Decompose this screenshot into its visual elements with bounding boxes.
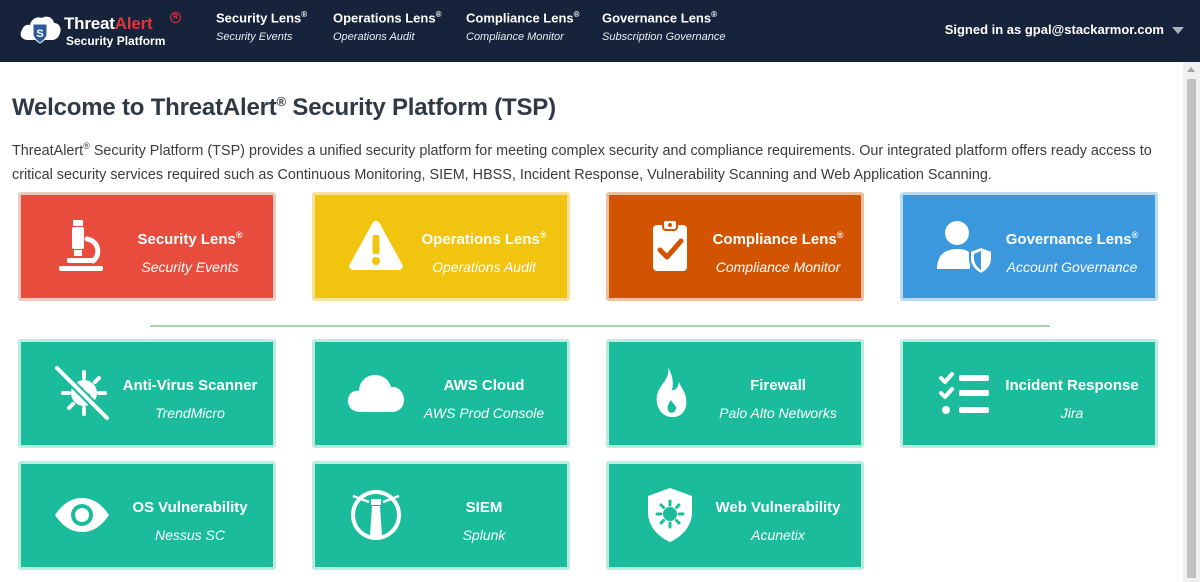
nav-governance-lens[interactable]: Governance Lens® Subscription Governance: [602, 10, 726, 43]
tile-text: Incident Response Jira: [995, 377, 1149, 421]
tile-title: Operations Lens®: [421, 230, 547, 248]
nav-title: Operations Lens®: [333, 10, 442, 26]
nav-subtitle: Compliance Monitor: [466, 31, 564, 44]
tile-title: AWS Cloud: [443, 377, 525, 394]
tile-text: Governance Lens® Account Governance: [995, 230, 1149, 275]
tile-title: Web Vulnerability: [715, 499, 841, 516]
checklist-icon: [939, 372, 989, 414]
tile-web-vulnerability[interactable]: Web Vulnerability Acunetix: [606, 461, 864, 570]
tile-security-lens[interactable]: Security Lens® Security Events: [18, 192, 276, 301]
tile-title: Compliance Lens®: [712, 230, 844, 248]
scrollbar-thumb[interactable]: [1187, 79, 1196, 578]
nav-subtitle: Subscription Governance: [602, 31, 726, 44]
fire-icon: [656, 368, 687, 418]
tile-siem[interactable]: SIEM Splunk: [312, 461, 570, 570]
top-navbar: S ThreatAlert R Security Platform Securi…: [0, 0, 1200, 62]
tile-subtitle: Security Events: [141, 259, 239, 275]
tile-title: SIEM: [465, 499, 503, 516]
user-shield-icon: [937, 221, 993, 275]
brand-logo[interactable]: S ThreatAlert R Security Platform: [18, 8, 188, 54]
section-divider: [150, 325, 1050, 327]
tile-subtitle: TrendMicro: [155, 405, 225, 421]
eye-icon: [55, 498, 109, 532]
svg-text:S: S: [36, 28, 43, 40]
tile-text: Web Vulnerability Acunetix: [701, 499, 855, 543]
warning-icon: [349, 221, 403, 270]
tile-compliance-lens[interactable]: Compliance Lens® Compliance Monitor: [606, 192, 864, 301]
brand-name: ThreatAlert: [64, 14, 153, 33]
cloud-icon: [347, 375, 404, 412]
tile-subtitle: Palo Alto Networks: [719, 405, 837, 421]
tile-text: Security Lens® Security Events: [113, 230, 267, 275]
nav-title: Governance Lens®: [602, 10, 718, 26]
tile-aws-cloud[interactable]: AWS Cloud AWS Prod Console: [312, 339, 570, 448]
tile-subtitle: Operations Audit: [432, 259, 536, 275]
tile-subtitle: AWS Prod Console: [423, 405, 545, 421]
tile-title: Security Lens®: [137, 230, 243, 248]
tile-text: AWS Cloud AWS Prod Console: [407, 377, 561, 421]
microscope-icon: [59, 220, 103, 271]
nav-title: Compliance Lens®: [466, 10, 580, 26]
page-title: Welcome to ThreatAlert® Security Platfor…: [12, 94, 556, 121]
tile-subtitle: Compliance Monitor: [715, 259, 841, 275]
tile-incident-response[interactable]: Incident Response Jira: [900, 339, 1158, 448]
nav-subtitle: Security Events: [216, 31, 293, 44]
tile-subtitle: Jira: [1060, 405, 1084, 421]
tile-title: Anti-Virus Scanner: [122, 377, 258, 394]
tile-text: Operations Lens® Operations Audit: [407, 230, 561, 275]
tile-text: SIEM Splunk: [407, 499, 561, 543]
nav-operations-lens[interactable]: Operations Lens® Operations Audit: [333, 10, 441, 43]
tile-title: Incident Response: [1005, 377, 1139, 394]
tile-title: Firewall: [750, 377, 806, 394]
user-menu[interactable]: Signed in as gpal@stackarmor.com: [945, 22, 1184, 37]
tile-governance-lens[interactable]: Governance Lens® Account Governance: [900, 192, 1158, 301]
tile-subtitle: Acunetix: [751, 527, 805, 543]
clipboard-check-icon: [653, 219, 687, 271]
tile-os-vulnerability[interactable]: OS Vulnerability Nessus SC: [18, 461, 276, 570]
threatalert-logo-icon: S: [20, 16, 61, 44]
tile-subtitle: Nessus SC: [154, 527, 226, 543]
tile-anti-virus-scanner[interactable]: Anti-Virus Scanner TrendMicro: [18, 339, 276, 448]
page-scrollbar[interactable]: [1183, 62, 1200, 582]
virus-slash-icon: [54, 365, 110, 421]
tile-firewall[interactable]: Firewall Palo Alto Networks: [606, 339, 864, 448]
scroll-up-arrow-icon[interactable]: [1187, 67, 1195, 72]
tile-text: Compliance Lens® Compliance Monitor: [701, 230, 855, 275]
brand-subtitle: Security Platform: [66, 34, 166, 48]
nav-compliance-lens[interactable]: Compliance Lens® Compliance Monitor: [466, 10, 580, 43]
caret-down-icon[interactable]: [1172, 27, 1184, 35]
tile-text: Anti-Virus Scanner TrendMicro: [113, 377, 267, 421]
shield-virus-icon: [648, 488, 692, 542]
tile-subtitle: Account Governance: [1006, 259, 1138, 275]
tile-text: OS Vulnerability Nessus SC: [113, 499, 267, 543]
tile-title: Governance Lens®: [1005, 230, 1139, 248]
tile-operations-lens[interactable]: Operations Lens® Operations Audit: [312, 192, 570, 301]
nav-subtitle: Operations Audit: [333, 31, 415, 44]
lighthouse-icon: [351, 490, 401, 540]
tile-text: Firewall Palo Alto Networks: [701, 377, 855, 421]
brand-registered-mark: R: [170, 12, 181, 23]
nav-security-lens[interactable]: Security Lens® Security Events: [216, 10, 307, 43]
intro-paragraph: ThreatAlert® Security Platform (TSP) pro…: [12, 141, 1152, 183]
tile-title: OS Vulnerability: [132, 499, 248, 516]
tile-subtitle: Splunk: [462, 527, 506, 543]
signed-in-label: Signed in as gpal@stackarmor.com: [944, 22, 1164, 37]
nav-title: Security Lens®: [216, 10, 308, 26]
